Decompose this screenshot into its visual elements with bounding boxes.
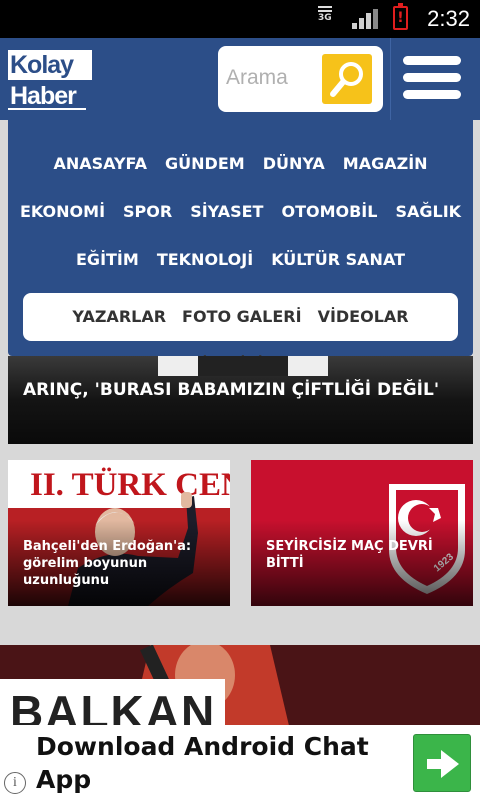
nav-item-siyaset[interactable]: SİYASET [190, 202, 263, 221]
article-card-bottom[interactable]: BALKAN [0, 645, 480, 730]
ad-text[interactable]: Download Android Chat App [36, 730, 396, 796]
nav-item-egitim[interactable]: EĞİTİM [76, 250, 139, 269]
nav-item-saglik[interactable]: SAĞLIK [395, 202, 461, 221]
article-card-right[interactable]: 1923 SEYİRCİSİZ MAÇ DEVRİ BİTTİ [251, 460, 473, 606]
nav-item-teknoloji[interactable]: TEKNOLOJİ [157, 250, 253, 269]
nav-item-kultur-sanat[interactable]: KÜLTÜR SANAT [271, 250, 405, 269]
hero-article-title: ARINÇ, 'BURASI BABAMIZIN ÇİFTLİĞİ DEĞİL' [23, 380, 440, 400]
ad-banner[interactable]: Download Android Chat App i [0, 725, 480, 800]
logo-line1: Kolay [8, 50, 92, 80]
nav-item-foto-galeri[interactable]: FOTO GALERİ [182, 293, 302, 341]
secondary-menu: YAZARLARFOTO GALERİVİDEOLARİLETİŞİM [23, 293, 458, 374]
ad-open-button[interactable] [413, 734, 471, 792]
battery-alert-icon: ! [393, 3, 408, 30]
arrow-right-icon [427, 750, 459, 778]
article-right-title: SEYİRCİSİZ MAÇ DEVRİ BİTTİ [266, 539, 433, 571]
status-bar: 3G ! 2:32 [0, 0, 480, 38]
info-icon[interactable]: i [4, 772, 26, 794]
logo-line2: Haber [8, 82, 86, 110]
search-box[interactable]: Arama [218, 46, 383, 112]
nav-item-videolar[interactable]: VİDEOLAR [318, 293, 409, 341]
category-menu: ANASAYFA GÜNDEM DÜNYA MAGAZİN EKONOMİ SPOR Sİ… [8, 120, 473, 374]
clock: 2:32 [427, 6, 470, 31]
network-type: 3G [318, 6, 332, 24]
search-input[interactable]: Arama [226, 66, 288, 90]
nav-row-1: ANASAYFA GÜNDEM DÜNYA MAGAZİN [8, 154, 473, 173]
search-button[interactable] [322, 54, 372, 104]
hero-article-card[interactable]: ARINÇ, 'BURASI BABAMIZIN ÇİFTLİĞİ DEĞİL' [8, 356, 473, 444]
menu-button[interactable] [390, 38, 480, 120]
nav-row-2: EKONOMİ SPOR SİYASET OTOMOBİL SAĞLIK [8, 202, 473, 221]
nav-item-yazarlar[interactable]: YAZARLAR [72, 293, 166, 341]
nav-item-otomobil[interactable]: OTOMOBİL [281, 202, 377, 221]
article-card-left[interactable]: II. TÜRK CEN Bahçeli'den Erdoğan'a: göre… [8, 460, 230, 606]
app-header: Kolay Haber Arama [0, 38, 480, 120]
article-left-title: Bahçeli'den Erdoğan'a: görelim boyunun u… [23, 539, 192, 588]
nav-item-dunya[interactable]: DÜNYA [263, 154, 325, 173]
nav-item-anasayfa[interactable]: ANASAYFA [53, 154, 147, 173]
article-image-sign: BALKAN [0, 679, 225, 730]
signal-icon [352, 9, 378, 29]
search-icon [330, 62, 363, 97]
nav-item-gundem[interactable]: GÜNDEM [165, 154, 245, 173]
nav-item-spor[interactable]: SPOR [123, 202, 172, 221]
site-logo[interactable]: Kolay Haber [8, 50, 92, 110]
nav-item-ekonomi[interactable]: EKONOMİ [20, 202, 105, 221]
nav-item-magazin[interactable]: MAGAZİN [343, 154, 428, 173]
hero-image [158, 356, 328, 376]
nav-row-3: EĞİTİM TEKNOLOJİ KÜLTÜR SANAT [8, 250, 473, 269]
